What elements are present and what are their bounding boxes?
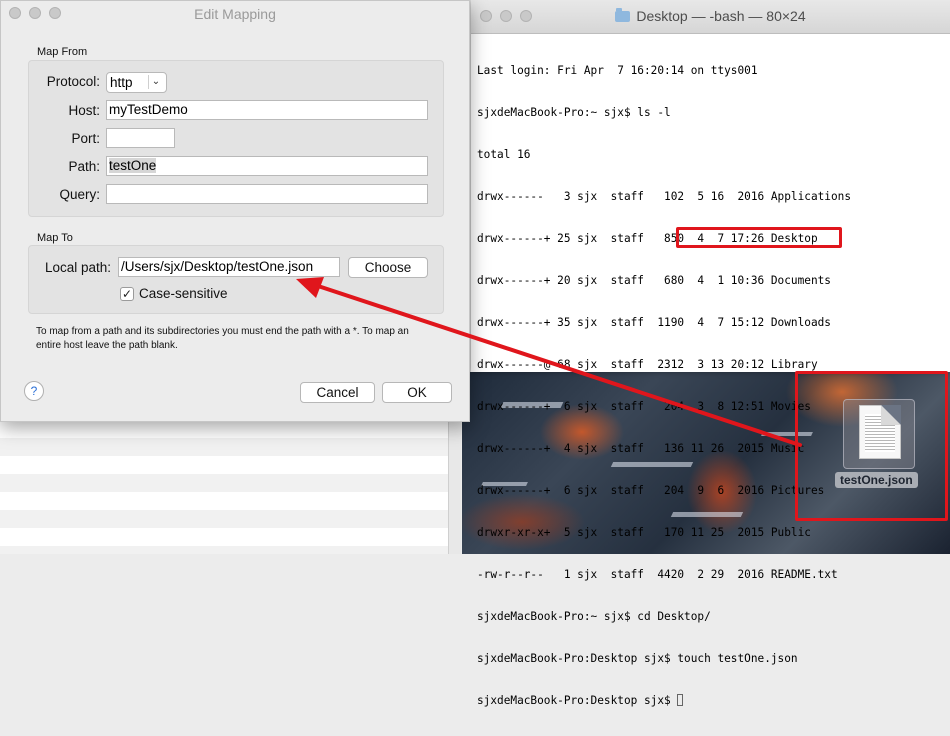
host-label: Host: (68, 103, 100, 118)
file-highlight-box (795, 371, 948, 521)
case-sensitive-label: Case-sensitive (139, 286, 228, 301)
background-list (0, 420, 461, 554)
terminal-line: sjxdeMacBook-Pro:Desktop sjx$ touch test… (477, 652, 798, 665)
folder-icon (615, 8, 631, 22)
dialog-titlebar[interactable]: Edit Mapping (1, 1, 469, 26)
ok-button[interactable]: OK (382, 382, 452, 403)
query-input[interactable] (106, 184, 428, 204)
port-input[interactable] (106, 128, 175, 148)
terminal-prompt-line: sjxdeMacBook-Pro:Desktop sjx$ (477, 694, 851, 708)
terminal-line: drwx------+ 20 sjx staff 680 4 1 10:36 D… (477, 274, 831, 287)
dialog-title: Edit Mapping (194, 6, 276, 22)
terminal-line: -rw-r--r-- 1 sjx staff 4420 2 29 2016 RE… (477, 568, 838, 581)
choose-button[interactable]: Choose (348, 257, 428, 278)
command-highlight-box (676, 227, 842, 248)
map-to-group (28, 245, 444, 314)
chevron-down-icon: ⌄ (148, 75, 163, 89)
host-input[interactable]: myTestDemo (106, 100, 428, 120)
protocol-label: Protocol: (46, 74, 100, 89)
terminal-title: Desktop — -bash — 80×24 (471, 8, 950, 24)
help-text: To map from a path and its subdirectorie… (36, 326, 409, 351)
protocol-select[interactable]: http ⌄ (106, 72, 167, 93)
help-button[interactable]: ? (24, 381, 44, 401)
terminal-titlebar[interactable]: Desktop — -bash — 80×24 (471, 0, 950, 34)
background-splitter (448, 420, 461, 554)
terminal-line: Last login: Fri Apr 7 16:20:14 on ttys00… (477, 64, 758, 77)
terminal-line: drwx------@ 68 sjx staff 2312 3 13 20:12… (477, 358, 818, 371)
path-label: Path: (68, 159, 100, 174)
terminal-line: total 16 (477, 148, 531, 161)
path-input[interactable]: testOne (106, 156, 428, 176)
map-to-label: Map To (37, 232, 73, 244)
local-path-input[interactable]: /Users/sjx/Desktop/testOne.json (118, 257, 340, 277)
map-from-label: Map From (37, 46, 88, 58)
terminal-line: sjxdeMacBook-Pro:~ sjx$ ls -l (477, 106, 671, 119)
path-selected-text: testOne (109, 158, 157, 173)
port-label: Port: (71, 131, 100, 146)
case-sensitive-checkbox[interactable]: ✓ (120, 287, 134, 301)
terminal-cursor (677, 694, 684, 706)
terminal-line: drwxr-xr-x+ 5 sjx staff 170 11 25 2015 P… (477, 526, 811, 539)
terminal-window: Desktop — -bash — 80×24 Last login: Fri … (471, 0, 950, 707)
terminal-line: drwx------+ 35 sjx staff 1190 4 7 15:12 … (477, 316, 831, 329)
cancel-button[interactable]: Cancel (300, 382, 375, 403)
terminal-line: sjxdeMacBook-Pro:~ sjx$ cd Desktop/ (477, 610, 711, 623)
terminal-line: drwx------ 3 sjx staff 102 5 16 2016 App… (477, 190, 852, 203)
edit-mapping-dialog: Edit Mapping Map From Protocol: http ⌄ H… (0, 0, 470, 422)
query-label: Query: (59, 187, 100, 202)
local-path-label: Local path: (44, 260, 111, 275)
